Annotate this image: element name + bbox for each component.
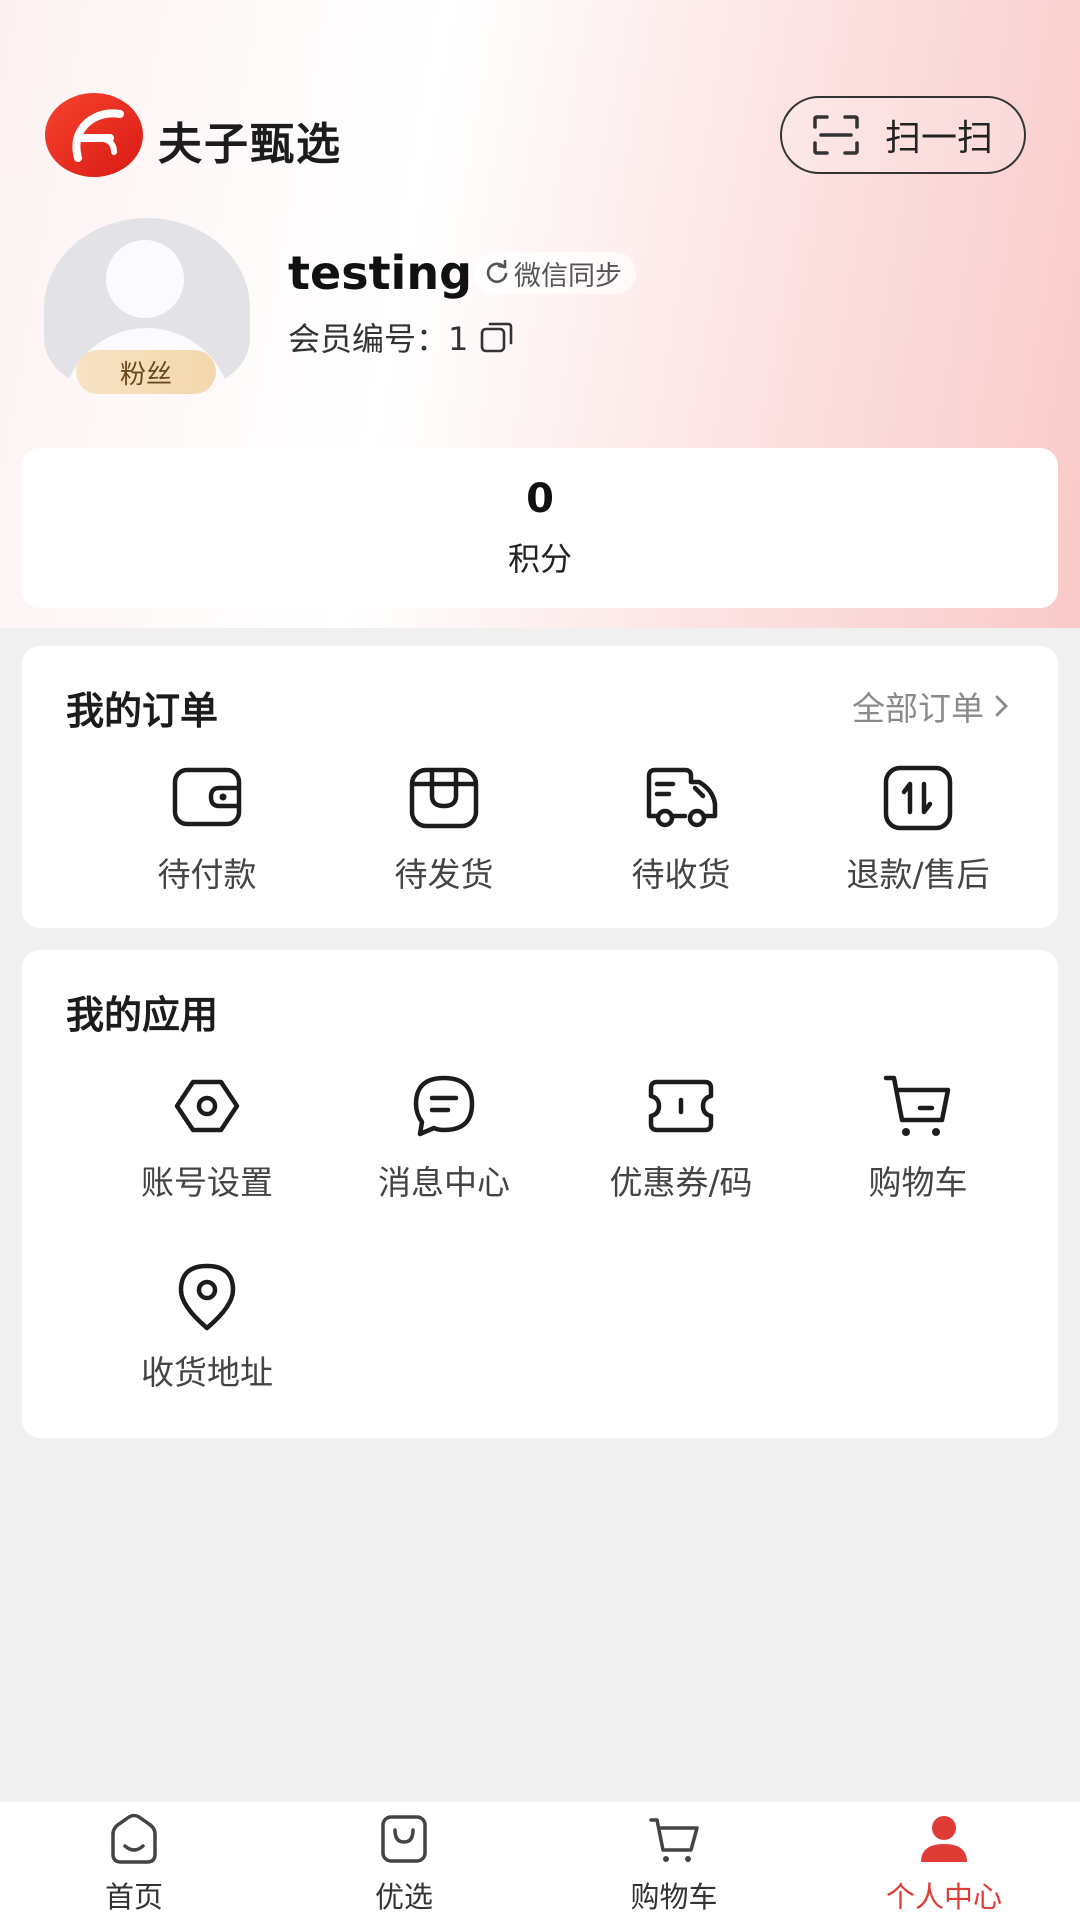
location-icon [178,1263,236,1331]
truck-icon [646,767,718,828]
wallet-icon [172,767,242,827]
my-apps-title: 我的应用 [66,993,219,1037]
username: testing [288,246,472,300]
order-pending-receipt[interactable]: 待收货 [562,760,800,896]
order-pending-payment-label: 待付款 [157,855,257,894]
message-icon [413,1075,475,1137]
order-pending-shipment-label: 待发货 [394,855,494,894]
wechat-sync-label: 微信同步 [514,260,622,292]
app-account-settings-label: 账号设置 [141,1163,273,1202]
all-orders-link[interactable]: 全部订单 [852,682,1010,730]
tab-featured[interactable]: 优选 [304,1812,504,1916]
app-shopping-cart[interactable]: 购物车 [799,1068,1037,1204]
app-shipping-address[interactable]: 收货地址 [88,1258,326,1394]
member-number-value: 1 [448,320,469,358]
order-pending-payment[interactable]: 待付款 [88,760,326,896]
tab-profile[interactable]: 个人中心 [844,1812,1044,1916]
app-shopping-cart-label: 购物车 [868,1163,968,1202]
order-pending-shipment[interactable]: 待发货 [325,760,563,896]
tab-home-label: 首页 [104,1880,163,1914]
order-refund-aftersale-label: 退款/售后 [846,855,990,894]
scan-icon [813,115,859,155]
scan-label: 扫一扫 [884,118,993,159]
tab-featured-label: 优选 [374,1880,433,1914]
points-value: 0 [526,476,554,522]
my-orders-card: 我的订单 全部订单 待付款 待发货 待收货 退款/售后 [22,646,1058,928]
tab-profile-label: 个人中心 [885,1880,1002,1914]
order-pending-receipt-label: 待收货 [631,855,731,894]
package-icon [409,767,479,829]
points-label: 积分 [507,540,572,578]
app-message-center-label: 消息中心 [378,1163,510,1202]
refresh-icon [486,260,508,284]
chevron-right-icon [995,695,1008,717]
app-coupons-label: 优惠券/码 [609,1163,753,1202]
app-coupons[interactable]: 优惠券/码 [562,1068,800,1204]
cart-icon [649,1818,699,1862]
fan-badge: 粉丝 [76,350,216,394]
refund-icon [883,765,953,831]
tab-cart-label: 购物车 [630,1880,718,1914]
tab-home[interactable]: 首页 [34,1812,234,1916]
scan-button[interactable]: 扫一扫 [780,96,1026,174]
my-apps-card: 我的应用 账号设置 消息中心 优惠券/码 购物车 收货地址 [22,950,1058,1438]
brand-name: 夫子甄选 [158,119,342,170]
cart-icon [883,1075,951,1136]
points-card[interactable]: 0 积分 [22,448,1058,608]
home-icon [111,1813,157,1864]
avatar-head [106,240,184,318]
brand-logo-icon [45,93,143,177]
app-message-center[interactable]: 消息中心 [325,1068,563,1204]
settings-icon [174,1079,240,1133]
bottom-tab-bar: 首页 优选 购物车 个人中心 [0,1802,1080,1920]
member-number-row: 会员编号：1 [288,314,514,360]
copy-icon[interactable] [480,321,514,353]
order-refund-aftersale[interactable]: 退款/售后 [799,760,1037,896]
app-account-settings[interactable]: 账号设置 [88,1068,326,1204]
my-orders-title: 我的订单 [66,689,219,733]
user-icon [921,1816,967,1862]
member-number-label: 会员编号： [288,320,449,358]
shopping-bag-icon [381,1815,427,1863]
tab-cart[interactable]: 购物车 [574,1812,774,1916]
coupon-icon [648,1079,714,1133]
app-shipping-address-label: 收货地址 [141,1353,273,1392]
wechat-sync-button[interactable]: 微信同步 [474,252,636,294]
all-orders-label: 全部订单 [852,689,984,728]
